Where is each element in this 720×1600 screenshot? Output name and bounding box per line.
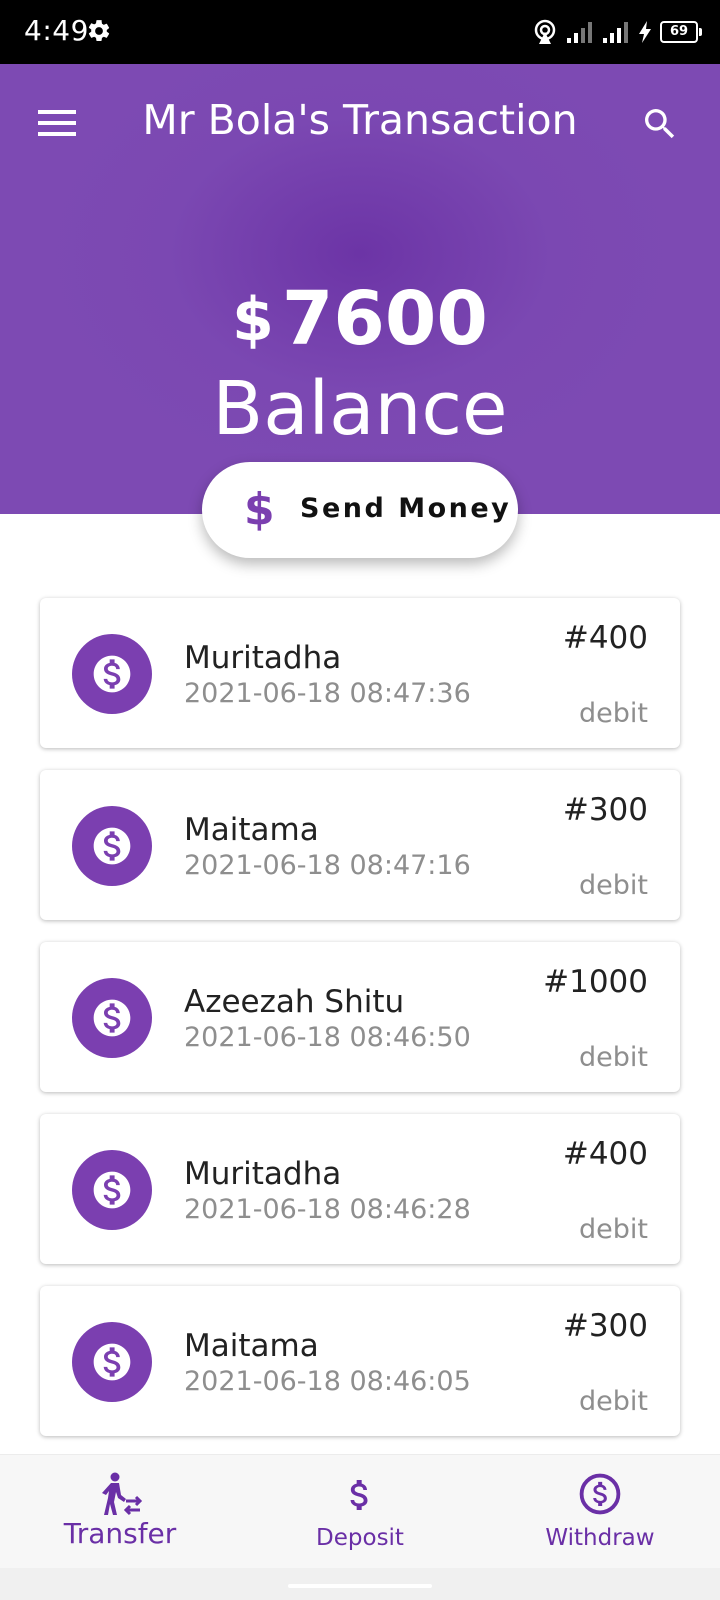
charging-icon	[639, 21, 651, 43]
status-time: 4:49	[24, 14, 89, 47]
transaction-type: debit	[579, 1042, 648, 1073]
balance-value: 7600	[281, 276, 488, 362]
transaction-name: Muritadha	[184, 640, 342, 676]
transaction-card[interactable]: Azeezah Shitu 2021-06-18 08:46:50 #1000 …	[40, 942, 680, 1092]
dollar-circle-icon	[72, 1150, 152, 1230]
dollar-circle-icon	[480, 1471, 720, 1519]
transaction-name: Maitama	[184, 1328, 319, 1364]
dollar-circle-icon	[72, 806, 152, 886]
nav-withdraw-label: Withdraw	[545, 1525, 655, 1551]
search-icon[interactable]	[640, 104, 680, 144]
dollar-circle-icon	[72, 1322, 152, 1402]
dollar-circle-icon	[72, 978, 152, 1058]
bottom-navigation: Transfer Deposit Withdraw	[0, 1454, 720, 1569]
balance-label: Balance	[212, 366, 508, 452]
dollar-icon	[240, 1471, 480, 1519]
nav-withdraw[interactable]: Withdraw	[480, 1455, 720, 1569]
signal-icon	[567, 22, 592, 43]
battery-level: 69	[660, 21, 702, 43]
send-money-label: Send Money	[300, 493, 512, 524]
status-indicators: 69	[532, 18, 702, 46]
transaction-name: Maitama	[184, 812, 319, 848]
transaction-type: debit	[579, 1214, 648, 1245]
transaction-amount: #400	[562, 1136, 648, 1172]
transaction-card[interactable]: Muritadha 2021-06-18 08:46:28 #400 debit	[40, 1114, 680, 1264]
nav-deposit-label: Deposit	[316, 1525, 404, 1551]
transaction-card[interactable]: Muritadha 2021-06-18 08:47:36 #400 debit	[40, 598, 680, 748]
transaction-type: debit	[579, 870, 648, 901]
hotspot-icon	[534, 19, 556, 44]
transaction-card[interactable]: Maitama 2021-06-18 08:46:05 #300 debit	[40, 1286, 680, 1436]
transaction-card[interactable]: Maitama 2021-06-18 08:47:16 #300 debit	[40, 770, 680, 920]
balance-amount: $7600	[0, 276, 720, 362]
send-money-button[interactable]: $ Send Money	[202, 462, 518, 558]
page-title: Mr Bola's Transaction	[142, 96, 578, 144]
transaction-type: debit	[579, 1386, 648, 1417]
transaction-name: Muritadha	[184, 1156, 342, 1192]
transaction-date: 2021-06-18 08:46:28	[184, 1194, 471, 1225]
transaction-amount: #400	[562, 620, 648, 656]
transfer-icon	[0, 1471, 240, 1519]
home-indicator[interactable]	[288, 1584, 432, 1588]
settings-gear-icon	[88, 20, 110, 41]
transaction-amount: #1000	[543, 964, 648, 1000]
signal-icon-2	[603, 22, 628, 43]
transaction-date: 2021-06-18 08:47:36	[184, 678, 471, 709]
transaction-name: Azeezah Shitu	[184, 984, 405, 1020]
nav-transfer[interactable]: Transfer	[0, 1455, 240, 1569]
transaction-amount: #300	[562, 1308, 648, 1344]
status-bar: 4:49 69	[0, 0, 720, 64]
transaction-date: 2021-06-18 08:47:16	[184, 850, 471, 881]
balance-header: Mr Bola's Transaction $7600 Balance	[0, 64, 720, 514]
transaction-list: Muritadha 2021-06-18 08:47:36 #400 debit…	[40, 598, 680, 1458]
nav-deposit[interactable]: Deposit	[240, 1455, 480, 1569]
currency-symbol: $	[232, 285, 274, 355]
transaction-date: 2021-06-18 08:46:50	[184, 1022, 471, 1053]
dollar-icon: $	[244, 484, 275, 535]
transaction-amount: #300	[562, 792, 648, 828]
transaction-type: debit	[579, 698, 648, 729]
dollar-circle-icon	[72, 634, 152, 714]
transaction-date: 2021-06-18 08:46:05	[184, 1366, 471, 1397]
gesture-bar	[0, 1568, 720, 1600]
nav-transfer-label: Transfer	[63, 1517, 177, 1550]
